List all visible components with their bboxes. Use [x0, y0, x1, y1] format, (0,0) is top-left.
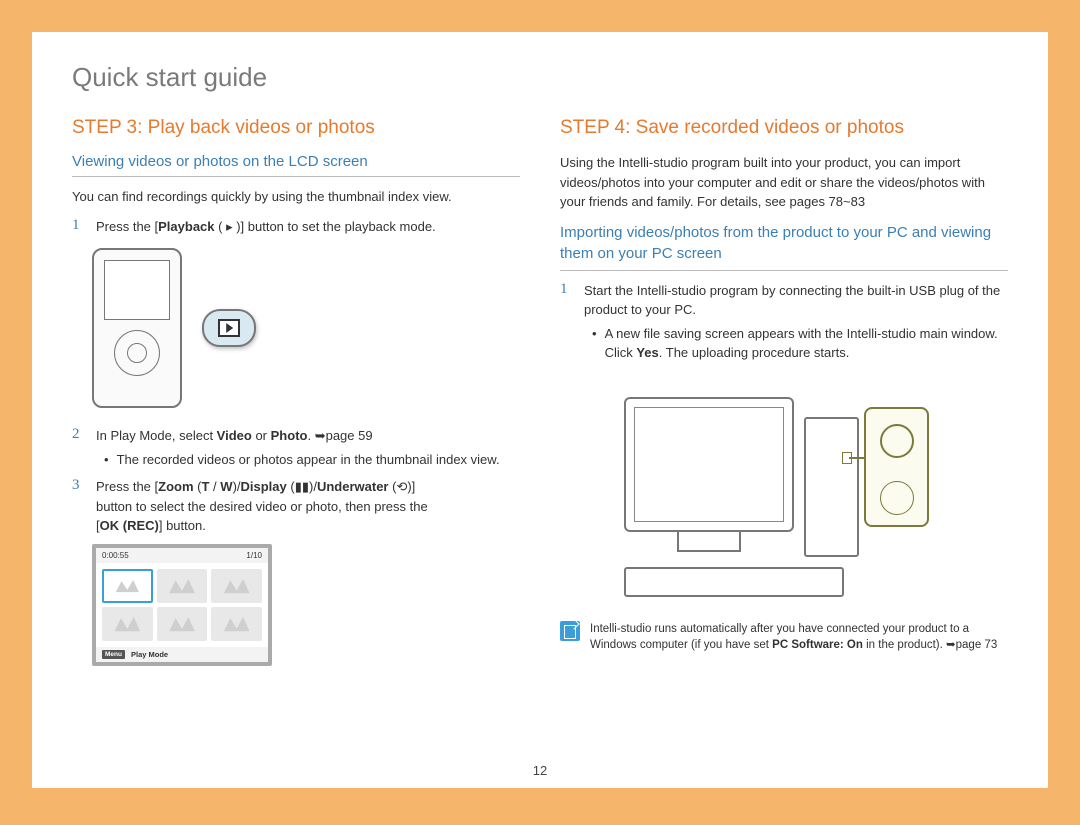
- play-mode-label: Play Mode: [131, 650, 168, 659]
- camera-device-icon: [864, 407, 929, 527]
- list-number: 2: [72, 426, 86, 469]
- right-column: STEP 4: Save recorded videos or photos U…: [560, 117, 1008, 666]
- page-title: Quick start guide: [72, 62, 1008, 93]
- thumbnail-cell: [102, 569, 153, 603]
- thumbnail-cell: [102, 607, 153, 641]
- list-body: Press the [Zoom (T / W)/Display (▮▮)/Und…: [96, 477, 520, 536]
- device-illustration: [92, 248, 520, 408]
- step4-heading: STEP 4: Save recorded videos or photos: [560, 117, 1008, 139]
- note-icon: [560, 621, 580, 641]
- thumbnail-cell: [157, 569, 208, 603]
- thumbnail-grid-illustration: 0:00:55 1/10 Menu Play Mode: [92, 544, 272, 666]
- manual-page: Quick start guide STEP 3: Play back vide…: [32, 32, 1048, 788]
- menu-tag: Menu: [102, 650, 125, 659]
- list-number: 1: [560, 281, 574, 363]
- page-number: 12: [533, 763, 547, 778]
- thumb-count: 1/10: [246, 551, 262, 560]
- list-body: Press the [Playback ( ▸ )] button to set…: [96, 217, 520, 237]
- thumbnail-cell: [211, 607, 262, 641]
- pc-connection-illustration: [594, 377, 974, 607]
- two-column-layout: STEP 3: Play back videos or photos Viewi…: [72, 117, 1008, 666]
- step3-heading: STEP 3: Play back videos or photos: [72, 117, 520, 139]
- step4-intro: Using the Intelli-studio program built i…: [560, 153, 1008, 212]
- note-callout: Intelli-studio runs automatically after …: [560, 621, 1008, 654]
- list-body: Start the Intelli-studio program by conn…: [584, 281, 1008, 363]
- step3-subheading: Viewing videos or photos on the LCD scre…: [72, 153, 520, 177]
- playback-button-icon: [202, 309, 256, 347]
- list-number: 1: [72, 217, 86, 237]
- pc-tower-icon: [804, 417, 859, 557]
- thumbnail-cell: [211, 569, 262, 603]
- step3-item2: 2 In Play Mode, select Video or Photo. ➥…: [72, 426, 520, 469]
- monitor-icon: [624, 397, 794, 532]
- bullet-icon: •: [104, 450, 109, 470]
- step4-subheading: Importing videos/photos from the product…: [560, 222, 1008, 271]
- bullet-item: • The recorded videos or photos appear i…: [104, 450, 520, 470]
- step4-item1: 1 Start the Intelli-studio program by co…: [560, 281, 1008, 363]
- thumb-time: 0:00:55: [102, 551, 129, 560]
- step3-item3: 3 Press the [Zoom (T / W)/Display (▮▮)/U…: [72, 477, 520, 536]
- list-number: 3: [72, 477, 86, 536]
- bullet-item: • A new file saving screen appears with …: [592, 324, 1008, 363]
- step3-intro: You can find recordings quickly by using…: [72, 187, 520, 207]
- bullet-icon: •: [592, 324, 597, 363]
- list-body: In Play Mode, select Video or Photo. ➥pa…: [96, 426, 520, 469]
- step3-item1: 1 Press the [Playback ( ▸ )] button to s…: [72, 217, 520, 237]
- thumbnail-cell: [157, 607, 208, 641]
- note-text: Intelli-studio runs automatically after …: [590, 621, 1008, 654]
- left-column: STEP 3: Play back videos or photos Viewi…: [72, 117, 520, 666]
- camera-device-icon: [92, 248, 182, 408]
- keyboard-icon: [624, 567, 844, 597]
